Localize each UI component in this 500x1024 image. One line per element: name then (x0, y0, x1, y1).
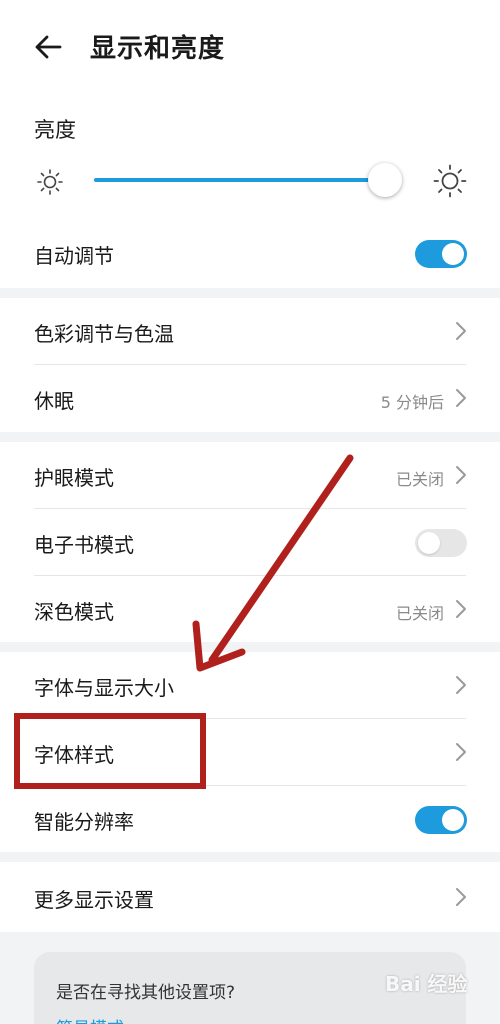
chevron-right-icon (456, 743, 466, 761)
ebook-label: 电子书模式 (34, 533, 134, 557)
sun-large-icon (433, 164, 467, 198)
smart-resolution-toggle[interactable] (415, 806, 467, 834)
more-settings-row[interactable]: 更多显示设置 (0, 864, 500, 930)
chevron-right-icon (456, 600, 466, 618)
sun-small-icon (37, 169, 63, 195)
more-settings-label: 更多显示设置 (34, 888, 154, 912)
watermark: Bai 经验 (385, 972, 468, 996)
toggle-knob (418, 532, 440, 554)
brightness-slider-fill (94, 178, 379, 182)
color-card: 色彩调节与色温 休眠 5 分钟后 (0, 298, 500, 432)
more-card: 更多显示设置 (0, 862, 500, 932)
brightness-slider[interactable] (94, 178, 384, 182)
font-card: 字体与显示大小 字体样式 智能分辨率 (0, 652, 500, 852)
search-suggestion-question: 是否在寻找其他设置项? (56, 983, 236, 1003)
chevron-right-icon (456, 466, 466, 484)
brightness-card: 亮度 自动调节 (0, 100, 500, 288)
ebook-row[interactable]: 电子书模式 (0, 509, 500, 575)
back-arrow-icon[interactable] (32, 30, 66, 64)
font-size-row[interactable]: 字体与显示大小 (0, 652, 500, 718)
auto-adjust-label: 自动调节 (34, 244, 114, 268)
brightness-title: 亮度 (34, 118, 76, 142)
chevron-right-icon (456, 676, 466, 694)
font-style-label: 字体样式 (34, 743, 114, 767)
smart-resolution-row[interactable]: 智能分辨率 (0, 786, 500, 852)
dark-mode-label: 深色模式 (34, 600, 114, 624)
auto-adjust-toggle[interactable] (415, 240, 467, 268)
chevron-right-icon (456, 888, 466, 906)
eye-comfort-value: 已关闭 (395, 470, 444, 489)
chevron-right-icon (456, 389, 466, 407)
sleep-row[interactable]: 休眠 5 分钟后 (0, 365, 500, 431)
sleep-value: 5 分钟后 (380, 393, 444, 412)
brightness-slider-thumb[interactable] (368, 163, 402, 197)
toggle-knob (442, 243, 464, 265)
eye-comfort-label: 护眼模式 (34, 466, 114, 490)
page-title: 显示和亮度 (90, 34, 226, 64)
font-size-label: 字体与显示大小 (34, 676, 174, 700)
smart-resolution-label: 智能分辨率 (34, 810, 134, 834)
dark-mode-value: 已关闭 (395, 604, 444, 623)
ebook-toggle[interactable] (415, 529, 467, 557)
color-temp-row[interactable]: 色彩调节与色温 (0, 298, 500, 364)
eye-card: 护眼模式 已关闭 电子书模式 深色模式 已关闭 (0, 442, 500, 642)
auto-adjust-row[interactable]: 自动调节 (0, 220, 500, 286)
dark-mode-row[interactable]: 深色模式 已关闭 (0, 576, 500, 642)
header: 显示和亮度 (0, 0, 500, 100)
color-temp-label: 色彩调节与色温 (34, 322, 174, 346)
chevron-right-icon (456, 322, 466, 340)
font-style-row[interactable]: 字体样式 (0, 719, 500, 785)
toggle-knob (442, 809, 464, 831)
simple-mode-link[interactable]: 简易模式 (56, 1014, 124, 1024)
sleep-label: 休眠 (34, 389, 74, 413)
eye-comfort-row[interactable]: 护眼模式 已关闭 (0, 442, 500, 508)
